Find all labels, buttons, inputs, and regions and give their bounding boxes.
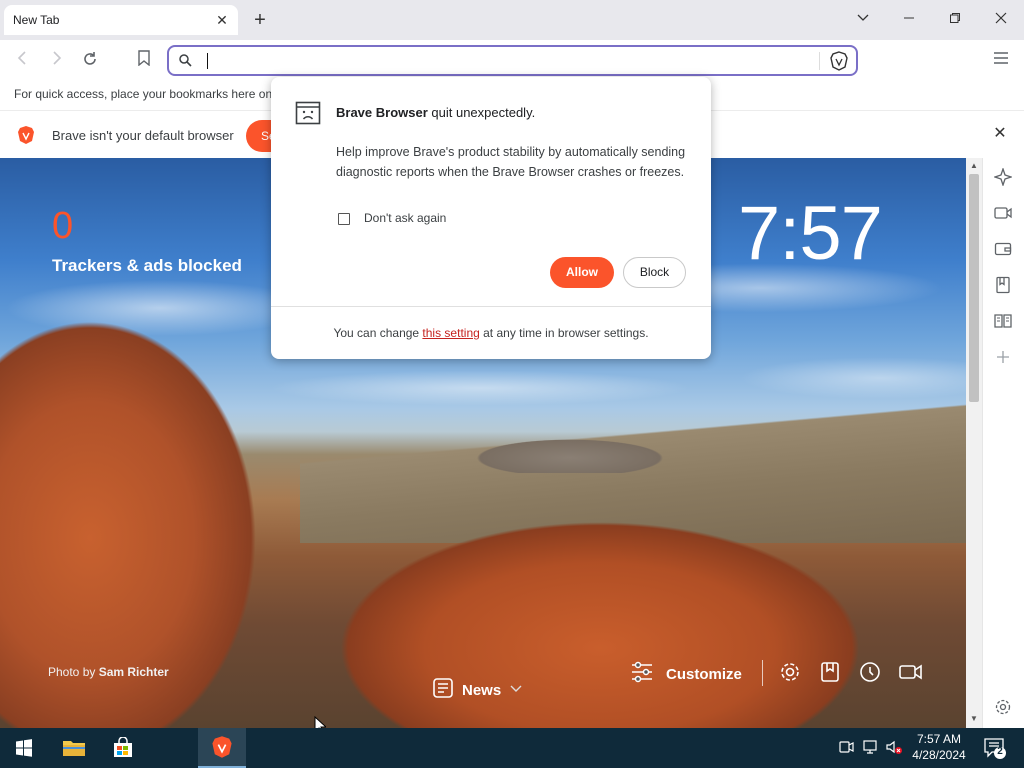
customize-label: Customize [666, 665, 742, 683]
meet-now-icon[interactable] [838, 738, 856, 756]
tab-new-tab[interactable]: New Tab ✕ [4, 5, 238, 35]
footer-prefix: You can change [333, 326, 423, 340]
settings-gear-icon[interactable] [778, 660, 802, 684]
scrollbar-thumb[interactable] [969, 174, 979, 402]
wallet-icon[interactable] [994, 240, 1014, 260]
brave-taskbar-icon[interactable] [198, 728, 246, 768]
bottom-divider [762, 660, 763, 686]
title-bar: New Tab ✕ + [0, 0, 1024, 40]
crash-report-dialog: Brave Browser quit unexpectedly. Help im… [271, 77, 711, 359]
new-tab-button[interactable]: + [249, 9, 271, 31]
scroll-down-arrow-icon[interactable]: ▼ [970, 714, 978, 723]
background-ridge [420, 413, 720, 473]
leo-ai-icon[interactable] [992, 166, 1014, 188]
bookmarks-icon[interactable] [818, 660, 842, 684]
infobar-close-icon[interactable]: ✕ [992, 126, 1008, 142]
footer-suffix: at any time in browser settings. [479, 326, 649, 340]
settings-link[interactable]: this setting [422, 326, 479, 340]
brave-shields-icon[interactable] [830, 51, 848, 74]
photo-credit-name: Sam Richter [98, 665, 169, 679]
taskbar-time: 7:57 AM [916, 732, 962, 746]
scroll-up-arrow-icon[interactable]: ▲ [970, 161, 978, 170]
app-menu-button[interactable] [990, 50, 1012, 72]
allow-button[interactable]: Allow [550, 257, 614, 288]
volume-muted-icon[interactable] [885, 738, 903, 756]
dont-ask-again-label[interactable]: Don't ask again [364, 211, 446, 225]
tab-title: New Tab [13, 13, 60, 27]
search-icon [178, 53, 192, 70]
dont-ask-again-checkbox[interactable] [338, 213, 350, 225]
photo-credit-prefix: Photo by [48, 665, 99, 679]
dialog-divider [271, 306, 711, 307]
news-button[interactable]: News [432, 677, 523, 703]
bookmark-icon[interactable] [133, 50, 155, 72]
dialog-footer: You can change this setting at any time … [271, 326, 711, 340]
dialog-title-app: Brave Browser [336, 105, 428, 120]
bookmarks-hint: For quick access, place your bookmarks h… [14, 87, 271, 101]
talk-video-icon[interactable] [994, 204, 1014, 224]
reload-button[interactable] [79, 50, 101, 72]
trackers-label: Trackers & ads blocked [52, 256, 242, 275]
back-button[interactable] [12, 50, 34, 72]
infobar-message: Brave isn't your default browser [52, 128, 234, 143]
add-sidebar-item-icon[interactable] [994, 348, 1014, 368]
sidebar [982, 158, 1024, 728]
ntp-clock: 7:57 [738, 191, 883, 276]
photo-credit[interactable]: Photo by Sam Richter [48, 665, 169, 679]
sidebar-bookmarks-icon[interactable] [994, 276, 1014, 296]
news-icon [432, 677, 454, 703]
brave-logo-icon [17, 125, 35, 148]
background-rocks-center [250, 478, 966, 728]
dialog-title-rest: quit unexpectedly. [427, 105, 536, 120]
tab-close-icon[interactable]: ✕ [214, 12, 230, 28]
start-button[interactable] [0, 728, 48, 768]
trackers-count: 0 [52, 205, 74, 247]
news-label: News [462, 681, 502, 699]
network-icon[interactable] [862, 738, 880, 756]
minimize-button[interactable] [897, 8, 921, 32]
chevron-down-icon [509, 681, 523, 699]
file-explorer-icon[interactable] [50, 728, 98, 768]
tab-search-chevron-icon[interactable] [851, 8, 875, 32]
taskbar-date: 4/28/2024 [912, 748, 966, 762]
taskbar: 7:57 AM 4/28/2024 2 [0, 728, 1024, 768]
maximize-button[interactable] [943, 8, 967, 32]
taskbar-clock[interactable]: 7:57 AM 4/28/2024 [906, 731, 972, 763]
microsoft-store-icon[interactable] [99, 728, 147, 768]
text-caret [207, 53, 208, 69]
dialog-body: Help improve Brave's product stability b… [336, 145, 686, 179]
notification-count-badge: 2 [997, 746, 1003, 757]
sad-window-icon [295, 101, 321, 128]
sliders-icon [630, 661, 654, 687]
block-button[interactable]: Block [623, 257, 686, 288]
dialog-title: Brave Browser quit unexpectedly. [336, 105, 535, 120]
close-window-button[interactable] [989, 8, 1013, 32]
notifications-icon[interactable]: 2 [983, 736, 1007, 760]
history-icon[interactable] [858, 660, 882, 684]
customize-button[interactable]: Customize [630, 661, 742, 687]
reading-list-icon[interactable] [994, 312, 1014, 332]
page-scrollbar[interactable]: ▲ ▼ [966, 158, 982, 728]
omnibox-separator [819, 52, 820, 70]
forward-button[interactable] [45, 50, 67, 72]
video-call-icon[interactable] [898, 660, 922, 684]
set-default-button[interactable]: Se [246, 120, 274, 152]
address-bar[interactable] [167, 45, 858, 76]
sidebar-settings-icon[interactable] [994, 698, 1014, 718]
